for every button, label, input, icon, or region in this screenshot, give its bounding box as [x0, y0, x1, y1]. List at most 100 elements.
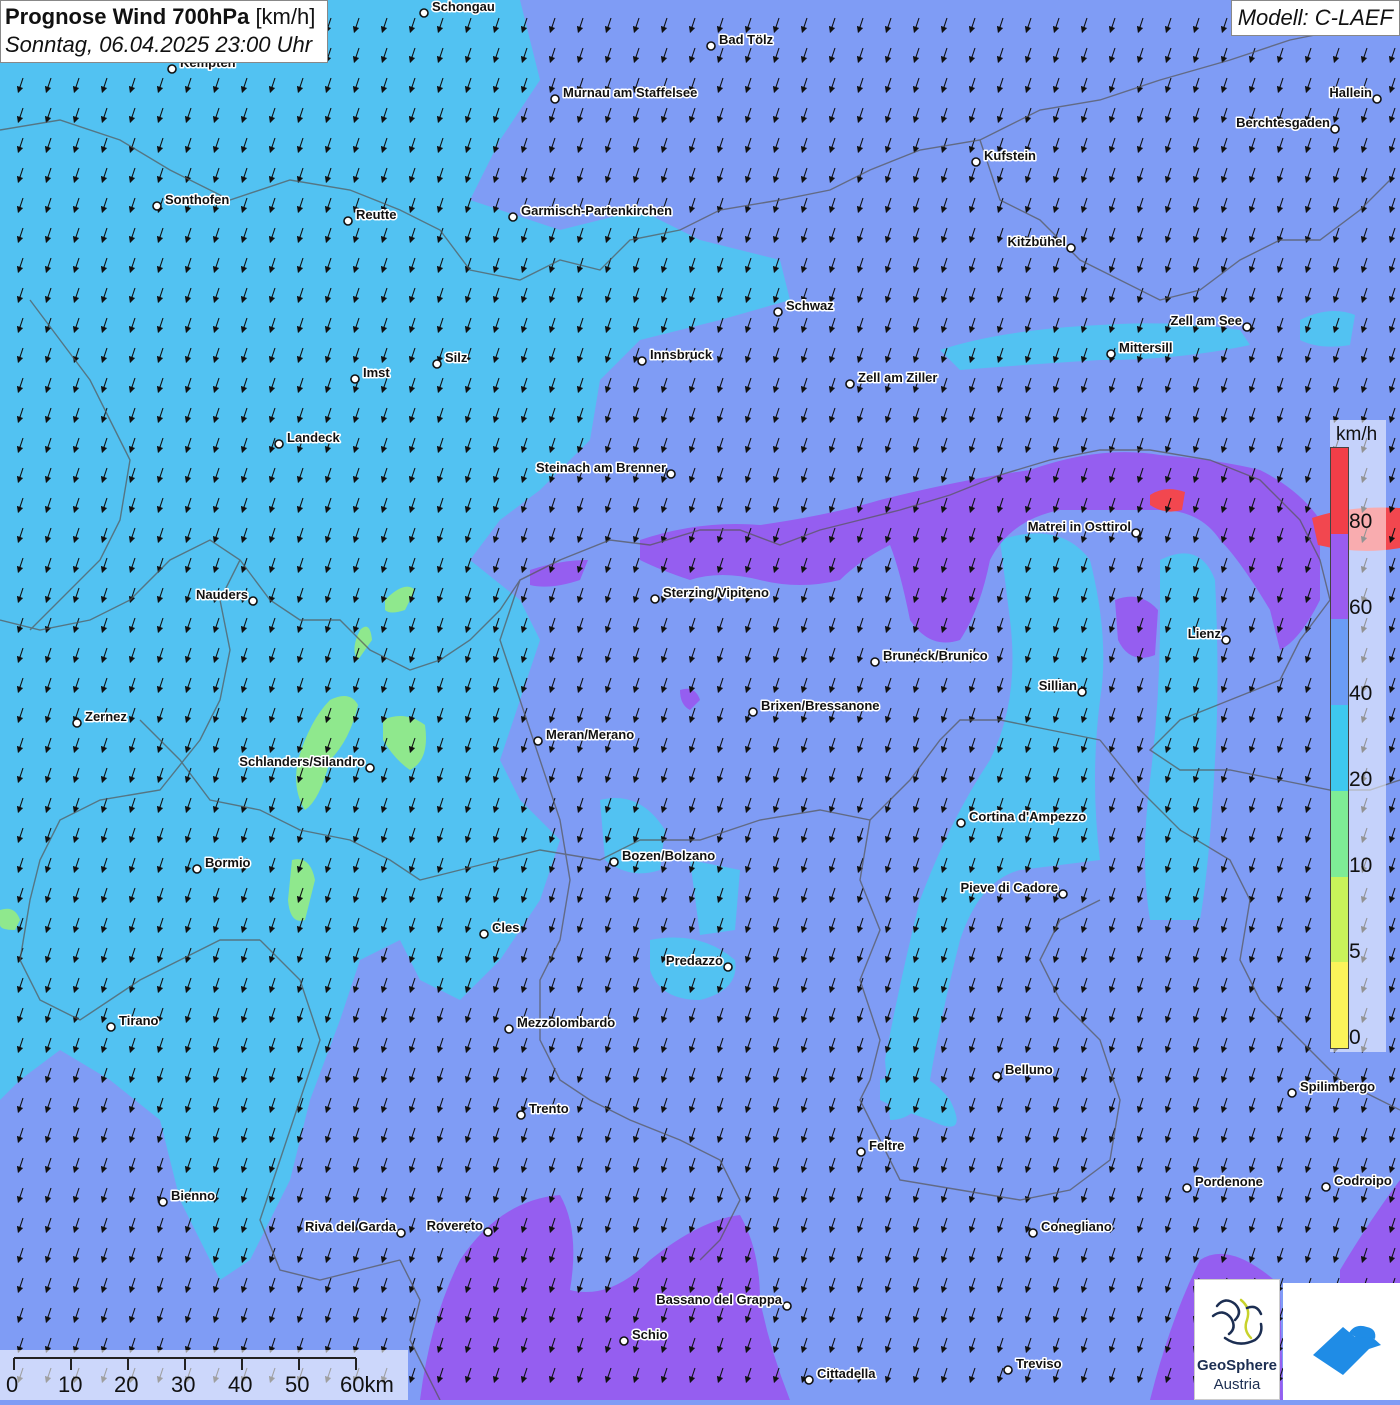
city-label: Sonthofen: [165, 192, 229, 207]
scale-label: 0: [6, 1372, 19, 1397]
city-label: Cortina d'Ampezzo: [969, 809, 1086, 824]
city-label: Reutte: [356, 207, 396, 222]
city-marker-icon: [971, 157, 981, 167]
city-label: Landeck: [287, 430, 341, 445]
city-marker-icon: [483, 1227, 493, 1237]
city-marker-icon: [274, 439, 284, 449]
wind-map: SchongauBad TölzKemptenMurnau am Staffel…: [0, 0, 1400, 1400]
city-marker-icon: [1077, 687, 1087, 697]
scale-label: 30: [171, 1372, 196, 1397]
city-marker-icon: [992, 1071, 1002, 1081]
city-marker-icon: [706, 41, 716, 51]
city-marker-icon: [167, 64, 177, 74]
city-marker-icon: [1372, 94, 1382, 104]
city-marker-icon: [1321, 1182, 1331, 1192]
city-marker-icon: [1058, 889, 1068, 899]
legend-unit: km/h: [1336, 424, 1378, 445]
legend-tick-label: 40: [1349, 682, 1373, 705]
city-label: Schlanders/Silandro: [239, 754, 365, 769]
city-label: Tirano: [119, 1013, 159, 1028]
legend-colorbar: [1330, 447, 1349, 1049]
legend-tick-label: 0: [1349, 1026, 1361, 1049]
title-box: Prognose Wind 700hPa [km/h] Sonntag, 06.…: [0, 0, 329, 63]
city-marker-icon: [106, 1022, 116, 1032]
city-marker-icon: [158, 1197, 168, 1207]
city-marker-icon: [533, 736, 543, 746]
city-label: Bruneck/Brunico: [883, 648, 988, 663]
city-label: Kufstein: [984, 148, 1036, 163]
city-marker-icon: [1066, 243, 1076, 253]
city-marker-icon: [609, 857, 619, 867]
city-marker-icon: [72, 718, 82, 728]
legend-color-step: [1331, 533, 1348, 620]
city-label: Pieve di Cadore: [960, 880, 1058, 895]
city-marker-icon: [782, 1301, 792, 1311]
city-label: Steinach am Brenner: [536, 460, 666, 475]
city-label: Mittersill: [1119, 340, 1172, 355]
city-label: Zernez: [85, 709, 127, 724]
city-label: Rovereto: [427, 1218, 483, 1233]
city-label: Brixen/Bressanone: [761, 698, 880, 713]
city-marker-icon: [516, 1110, 526, 1120]
city-marker-icon: [248, 596, 258, 606]
city-marker-icon: [1131, 528, 1141, 538]
legend-color-step: [1331, 876, 1348, 963]
city-label: Mezzolombardo: [517, 1015, 615, 1030]
city-label: Bormio: [205, 855, 251, 870]
map-title: Prognose Wind 700hPa: [5, 4, 250, 29]
city-label: Kitzbühel: [1008, 234, 1067, 249]
city-marker-icon: [723, 962, 733, 972]
scale-label: 10: [58, 1372, 83, 1397]
city-label: Silz: [445, 350, 468, 365]
city-marker-icon: [479, 929, 489, 939]
city-marker-icon: [419, 8, 429, 18]
city-label: Berchtesgaden: [1236, 115, 1330, 130]
city-marker-icon: [350, 374, 360, 384]
city-marker-icon: [504, 1024, 514, 1034]
city-label: Sillian: [1039, 678, 1077, 693]
city-marker-icon: [550, 94, 560, 104]
city-marker-icon: [432, 359, 442, 369]
city-marker-icon: [1330, 124, 1340, 134]
legend-tick-label: 60: [1349, 596, 1373, 619]
legend-tick-label: 5: [1349, 940, 1361, 963]
city-label: Treviso: [1016, 1356, 1062, 1371]
city-label: Bienno: [171, 1188, 215, 1203]
scale-label: 60km: [340, 1372, 394, 1397]
city-marker-icon: [637, 356, 647, 366]
city-label: Predazzo: [666, 953, 723, 968]
city-marker-icon: [396, 1228, 406, 1238]
legend-color-step: [1331, 790, 1348, 877]
city-marker-icon: [650, 594, 660, 604]
city-marker-icon: [1106, 349, 1116, 359]
city-label: Bozen/Bolzano: [622, 848, 715, 863]
city-label: Feltre: [869, 1138, 904, 1153]
legend-color-step: [1331, 962, 1348, 1048]
city-marker-icon: [845, 379, 855, 389]
geosphere-emblem-icon: [1211, 1298, 1263, 1345]
city-marker-icon: [666, 469, 676, 479]
city-label: Cittadella: [817, 1366, 876, 1381]
city-marker-icon: [870, 657, 880, 667]
city-marker-icon: [1242, 322, 1252, 332]
city-label: Trento: [529, 1101, 569, 1116]
geosphere-logo: GeoSphere Austria: [1194, 1279, 1280, 1400]
city-marker-icon: [508, 212, 518, 222]
model-label: Modell: C-LAEF: [1230, 0, 1400, 36]
city-label: Schio: [632, 1327, 667, 1342]
city-label: Zell am Ziller: [858, 370, 937, 385]
city-marker-icon: [1028, 1228, 1038, 1238]
city-label: Meran/Merano: [546, 727, 634, 742]
legend-color-step: [1331, 448, 1348, 534]
city-label: Conegliano: [1041, 1219, 1112, 1234]
city-label: Imst: [363, 365, 390, 380]
geosphere-name: GeoSphere: [1196, 1357, 1278, 1374]
city-label: Pordenone: [1195, 1174, 1263, 1189]
city-marker-icon: [152, 201, 162, 211]
map-unit: [km/h]: [255, 4, 316, 29]
city-label: Lienz: [1188, 626, 1222, 641]
city-marker-icon: [773, 307, 783, 317]
city-label: Codroipo: [1334, 1173, 1392, 1188]
city-label: Innsbruck: [650, 347, 713, 362]
city-label: Murnau am Staffelsee: [563, 85, 697, 100]
